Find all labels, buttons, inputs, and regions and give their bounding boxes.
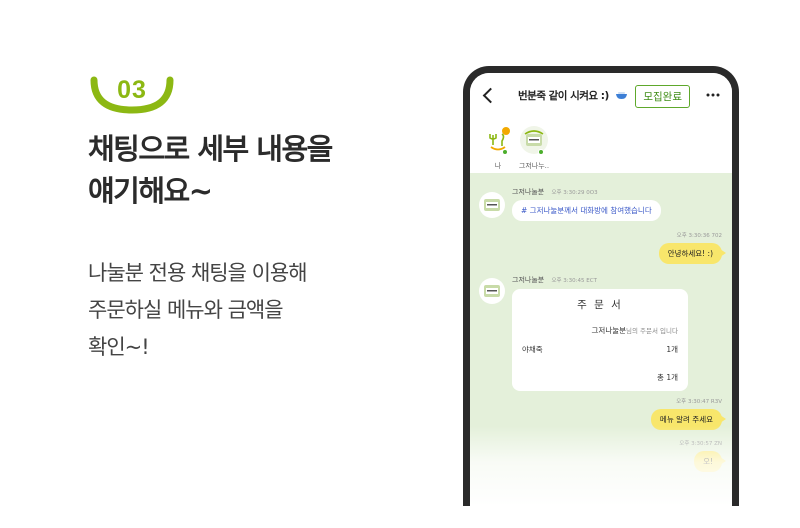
headline-line-2: 얘기해요~: [88, 174, 213, 208]
cutlery-leaf-avatar-icon: [484, 126, 512, 154]
message-time-text: 오후 3:30:36: [676, 233, 710, 239]
order-card[interactable]: 주 문 서 그저나눌분님의 주문서 입니다 야채죽 1개 총 1개: [512, 289, 688, 391]
store-avatar-icon: [479, 192, 505, 218]
member-item[interactable]: 그저나누..: [514, 125, 554, 171]
more-options-icon[interactable]: [706, 93, 720, 97]
message-time-text: 오후 3:30:29: [551, 190, 585, 196]
member-name: 나: [494, 162, 502, 170]
recruit-complete-button[interactable]: 모집완료: [635, 85, 690, 108]
chat-room-title-text: 번분죽 같이 시켜요 :): [518, 89, 609, 102]
online-indicator: [538, 149, 544, 155]
back-arrow-icon[interactable]: [478, 85, 498, 105]
bottom-fade-overlay: [470, 426, 732, 506]
chat-room-title: 번분죽 같이 시켜요 :): [518, 88, 628, 103]
phone-mockup: 번분죽 같이 시켜요 :) 모집완료 나 그저나누.. 그저나눌분 오후 3:3…: [463, 66, 739, 506]
sender-line: 그저나눌분 오후 3:30:29 0O3: [512, 187, 598, 197]
message-time-text: 오후 3:30:47: [676, 399, 710, 405]
member-name: 그저나누..: [518, 162, 550, 170]
store-avatar-icon: [479, 278, 505, 304]
member-list: 나 그저나누..: [470, 117, 732, 173]
message-tag: ECT: [586, 278, 597, 284]
my-message-bubble: 메뉴 알려 주세요: [650, 409, 727, 430]
order-total: 총 1개: [657, 373, 678, 382]
member-item[interactable]: 나: [478, 125, 518, 171]
message-time: 오후 3:30:47 R3V: [676, 397, 722, 405]
message-time: 오후 3:30:57 ZN: [679, 439, 722, 447]
message-tag: 0O3: [586, 190, 598, 196]
headline: 채팅으로 세부 내용을 얘기해요~: [88, 128, 333, 212]
system-message-bubble: # 그저나눌분께서 대화방에 참여했습니다: [512, 200, 661, 221]
message-time-text: 오후 3:30:45: [551, 278, 585, 284]
chat-area[interactable]: 그저나눌분 오후 3:30:29 0O3 # 그저나눌분께서 대화방에 참여했습…: [470, 173, 732, 506]
description: 나눌분 전용 채팅을 이용해 주문하실 메뉴와 금액을 확인~!: [88, 255, 308, 366]
message-time: 오후 3:30:29 0O3: [551, 190, 597, 196]
headline-line-1: 채팅으로 세부 내용을: [88, 132, 333, 166]
message-time: 오후 3:30:36 702: [677, 231, 722, 239]
order-owner-suffix: 님의 주문서 입니다: [626, 327, 678, 335]
message-time-text: 오후 3:30:57: [679, 441, 713, 447]
store-avatar-icon: [520, 126, 548, 154]
message-tag: R3V: [710, 399, 722, 405]
order-item-name: 야채죽: [522, 345, 543, 354]
sender-name: 그저나눌분: [512, 188, 545, 196]
sender-name: 그저나눌분: [512, 276, 545, 284]
online-indicator: [502, 149, 508, 155]
description-line-2: 주문하실 메뉴와 금액을: [88, 298, 284, 322]
my-message-bubble: 오!: [694, 451, 726, 472]
my-message-bubble: 안녕하세요! :): [658, 243, 727, 264]
step-badge: 03: [88, 66, 176, 114]
sender-line: 그저나눌분 오후 3:30:45 ECT: [512, 275, 597, 285]
chat-header: 번분죽 같이 시켜요 :) 모집완료: [470, 73, 732, 117]
step-number: 03: [117, 76, 147, 104]
order-owner-name: 그저나눌분: [591, 326, 627, 335]
message-time: 오후 3:30:45 ECT: [551, 278, 597, 284]
bowl-icon: [615, 92, 627, 99]
message-tag: 702: [711, 233, 723, 239]
description-line-3: 확인~!: [88, 335, 150, 359]
order-card-title: 주 문 서: [577, 299, 623, 311]
order-item-row: 야채죽 1개: [522, 344, 678, 355]
message-tag: ZN: [714, 441, 722, 447]
order-item-qty: 1개: [666, 345, 678, 354]
order-owner: 그저나눌분님의 주문서 입니다: [592, 325, 678, 336]
description-line-1: 나눌분 전용 채팅을 이용해: [88, 261, 308, 285]
